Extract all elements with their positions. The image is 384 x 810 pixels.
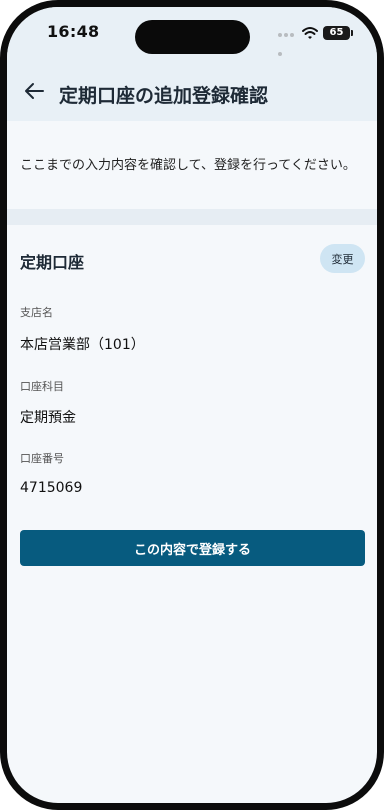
change-button[interactable]: 変更 [320,244,365,273]
status-time: 16:48 [47,22,100,41]
account-number-value: 4715069 [20,480,83,496]
status-bar: 16:48 65 [7,20,377,56]
wifi-icon [302,27,318,39]
account-type-value: 定期預金 [20,410,76,426]
account-type-label: 口座科目 [20,380,64,393]
phone-frame: 16:48 65 定期口座の追加登録確認 ここまでの入力内容を確認して、登録を行… [0,0,384,810]
battery-indicator: 65 [323,26,353,40]
dynamic-island [135,20,250,54]
branch-value: 本店営業部（101） [20,337,145,353]
section-title: 定期口座 [20,253,85,272]
notice-text: ここまでの入力内容を確認して、登録を行ってください。 [20,158,356,173]
signal-icon [278,33,300,56]
page-title: 定期口座の追加登録確認 [59,85,269,107]
account-number-label: 口座番号 [20,452,64,465]
section-divider [7,209,377,225]
branch-label: 支店名 [20,306,53,319]
back-arrow-icon[interactable] [23,81,45,101]
register-button[interactable]: この内容で登録する [20,530,365,566]
